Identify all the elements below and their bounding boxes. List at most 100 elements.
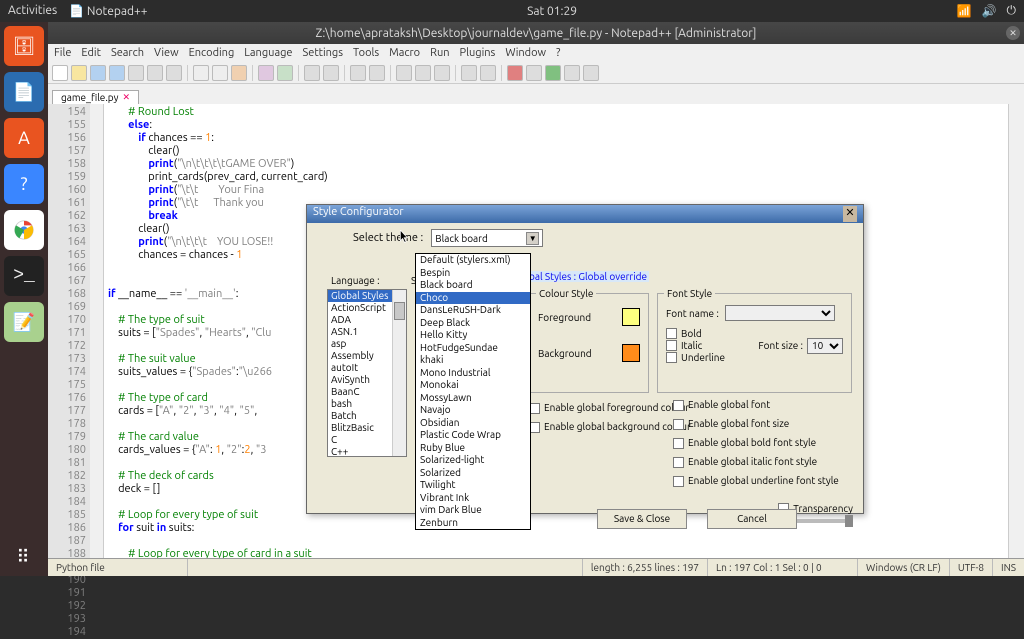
- underline-checkbox[interactable]: [666, 352, 677, 363]
- theme-option[interactable]: Choco: [416, 292, 530, 305]
- theme-option[interactable]: Navajo: [416, 404, 530, 417]
- menu-settings[interactable]: Settings: [303, 47, 344, 59]
- replace-button[interactable]: [323, 65, 339, 81]
- undo-button[interactable]: [258, 65, 274, 81]
- global-italic-checkbox[interactable]: [673, 457, 684, 468]
- background-swatch[interactable]: [622, 344, 640, 362]
- theme-option[interactable]: Bespin: [416, 267, 530, 280]
- font-name-select[interactable]: [725, 305, 835, 321]
- volume-icon[interactable]: 🔊: [982, 4, 997, 18]
- theme-option[interactable]: Hello Kitty: [416, 329, 530, 342]
- wrap-button[interactable]: [396, 65, 412, 81]
- global-font-size-checkbox[interactable]: [673, 419, 684, 430]
- open-file-button[interactable]: [71, 65, 87, 81]
- theme-option[interactable]: Zenburn: [416, 517, 530, 530]
- chevron-down-icon[interactable]: ▼: [526, 232, 539, 245]
- show-all-chars-button[interactable]: [415, 65, 431, 81]
- theme-option[interactable]: Twilight: [416, 479, 530, 492]
- theme-option[interactable]: Obsidian: [416, 417, 530, 430]
- new-file-button[interactable]: [52, 65, 68, 81]
- zoom-out-button[interactable]: [369, 65, 385, 81]
- macro-multi-button[interactable]: [564, 65, 580, 81]
- theme-option[interactable]: Ruby Blue: [416, 442, 530, 455]
- cancel-button[interactable]: Cancel: [707, 509, 797, 529]
- dock-notepadpp-icon[interactable]: 📝: [4, 302, 44, 342]
- save-all-button[interactable]: [109, 65, 125, 81]
- tab-close-icon[interactable]: ✕: [122, 92, 130, 103]
- window-close-icon[interactable]: ✕: [1006, 26, 1020, 40]
- print-button[interactable]: [166, 65, 182, 81]
- language-listbox[interactable]: Global StylesActionScriptADAASN.1aspAsse…: [327, 289, 407, 457]
- power-icon[interactable]: ⏻: [1007, 4, 1017, 18]
- close-file-button[interactable]: [128, 65, 144, 81]
- save-close-button[interactable]: Save & Close: [597, 509, 687, 529]
- vertical-scrollbar[interactable]: [1008, 104, 1024, 558]
- global-underline-checkbox[interactable]: [673, 476, 684, 487]
- app-indicator[interactable]: 📄 Notepad++: [69, 4, 147, 18]
- dialog-close-icon[interactable]: ✕: [843, 206, 857, 222]
- theme-option[interactable]: Solarized-light: [416, 454, 530, 467]
- style-path-link[interactable]: bal Styles : Global override: [527, 271, 649, 282]
- dock-help-icon[interactable]: ?: [4, 164, 44, 204]
- theme-combobox[interactable]: Black board ▼: [431, 229, 543, 247]
- menu-run[interactable]: Run: [430, 47, 449, 59]
- macro-record-button[interactable]: [507, 65, 523, 81]
- theme-option[interactable]: Plastic Code Wrap: [416, 429, 530, 442]
- dialog-titlebar[interactable]: Style Configurator ✕: [307, 205, 863, 223]
- listbox-scrollbar[interactable]: [392, 290, 406, 456]
- activities-button[interactable]: Activities: [8, 4, 57, 18]
- dock-chrome-icon[interactable]: [4, 210, 44, 250]
- menu-file[interactable]: File: [54, 47, 71, 59]
- network-icon[interactable]: 📶: [957, 4, 972, 18]
- paste-button[interactable]: [231, 65, 247, 81]
- theme-option[interactable]: Monokai: [416, 379, 530, 392]
- theme-option[interactable]: Solarized: [416, 467, 530, 480]
- transparency-slider[interactable]: [793, 519, 853, 523]
- menu-edit[interactable]: Edit: [81, 47, 101, 59]
- theme-option[interactable]: Black board: [416, 279, 530, 292]
- close-all-button[interactable]: [147, 65, 163, 81]
- clock[interactable]: Sat 01:29: [148, 5, 957, 18]
- dock-terminal-icon[interactable]: >_: [4, 256, 44, 296]
- italic-checkbox[interactable]: [666, 340, 677, 351]
- theme-option[interactable]: Deep Black: [416, 317, 530, 330]
- theme-option[interactable]: Mono Industrial: [416, 367, 530, 380]
- global-bold-checkbox[interactable]: [673, 438, 684, 449]
- function-list-button[interactable]: [461, 65, 477, 81]
- theme-option[interactable]: Default (stylers.xml): [416, 254, 530, 267]
- dock-software-icon[interactable]: A: [4, 118, 44, 158]
- theme-option[interactable]: Vibrant Ink: [416, 492, 530, 505]
- save-button[interactable]: [90, 65, 106, 81]
- theme-option[interactable]: khaki: [416, 354, 530, 367]
- find-button[interactable]: [304, 65, 320, 81]
- doc-map-button[interactable]: [480, 65, 496, 81]
- bold-checkbox[interactable]: [666, 328, 677, 339]
- menu-macro[interactable]: Macro: [389, 47, 420, 59]
- menu-view[interactable]: View: [154, 47, 179, 59]
- dock-show-apps-icon[interactable]: ⠿: [16, 547, 31, 568]
- menu-encoding[interactable]: Encoding: [189, 47, 235, 59]
- macro-play-button[interactable]: [545, 65, 561, 81]
- cut-button[interactable]: [193, 65, 209, 81]
- redo-button[interactable]: [277, 65, 293, 81]
- indent-guide-button[interactable]: [434, 65, 450, 81]
- macro-save-button[interactable]: [583, 65, 599, 81]
- theme-option[interactable]: HotFudgeSundae: [416, 342, 530, 355]
- menu-plugins[interactable]: Plugins: [460, 47, 496, 59]
- menu-?[interactable]: ?: [556, 47, 560, 59]
- fold-margin[interactable]: [90, 104, 104, 558]
- copy-button[interactable]: [212, 65, 228, 81]
- dock-files-icon[interactable]: 🗄: [4, 26, 44, 66]
- menu-window[interactable]: Window: [505, 47, 546, 59]
- theme-option[interactable]: DansLeRuSH-Dark: [416, 304, 530, 317]
- global-font-checkbox[interactable]: [673, 400, 684, 411]
- macro-stop-button[interactable]: [526, 65, 542, 81]
- foreground-swatch[interactable]: [622, 308, 640, 326]
- zoom-in-button[interactable]: [350, 65, 366, 81]
- file-tab[interactable]: game_file.py ✕: [52, 90, 139, 104]
- menu-tools[interactable]: Tools: [353, 47, 379, 59]
- dock-document-icon[interactable]: 📄: [4, 72, 44, 112]
- font-size-select[interactable]: 10: [807, 338, 843, 354]
- theme-option[interactable]: vim Dark Blue: [416, 504, 530, 517]
- menu-search[interactable]: Search: [111, 47, 144, 59]
